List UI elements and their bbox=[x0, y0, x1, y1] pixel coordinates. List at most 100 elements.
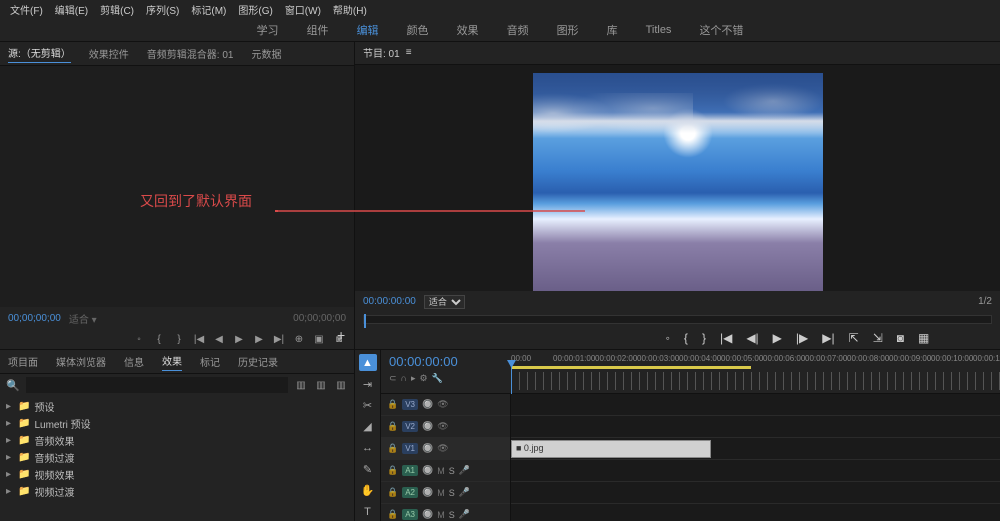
program-timecode[interactable]: 00:00:00:00 bbox=[363, 296, 416, 307]
menu-clip[interactable]: 剪辑(C) bbox=[94, 2, 140, 17]
menu-sequence[interactable]: 序列(S) bbox=[140, 2, 185, 17]
out-point-icon[interactable]: } bbox=[172, 332, 186, 346]
mark-in-icon[interactable]: { bbox=[684, 331, 688, 345]
timeline-tracks[interactable]: ■ 0.jpg bbox=[511, 394, 1000, 521]
slip-tool-icon[interactable]: ↔ bbox=[359, 440, 377, 457]
tab-history[interactable]: 历史记录 bbox=[238, 354, 278, 369]
folder-presets[interactable]: ▸📁预设 bbox=[0, 398, 354, 415]
step-fwd-icon[interactable]: ▶| bbox=[272, 332, 286, 346]
workspace-graphics[interactable]: 图形 bbox=[543, 18, 593, 42]
go-in-icon[interactable]: |◀ bbox=[720, 331, 732, 345]
program-monitor[interactable] bbox=[355, 65, 1000, 291]
workspace-lib[interactable]: 库 bbox=[593, 18, 632, 42]
workspace-assembly[interactable]: 组件 bbox=[293, 18, 343, 42]
workspace-effects[interactable]: 效果 bbox=[443, 18, 493, 42]
track-header-a3[interactable]: 🔒A3🔘MS🎤 bbox=[381, 504, 510, 521]
mark-out-icon[interactable]: } bbox=[702, 331, 706, 345]
tab-media-browser[interactable]: 媒体浏览器 bbox=[56, 354, 106, 369]
next-frame-icon[interactable]: ▶ bbox=[252, 332, 266, 346]
menu-window[interactable]: 窗口(W) bbox=[279, 2, 327, 17]
tab-metadata[interactable]: 元数据 bbox=[251, 46, 281, 61]
annotation-arrow bbox=[275, 210, 585, 212]
menu-help[interactable]: 帮助(H) bbox=[327, 2, 373, 17]
effects-tree[interactable]: ▸📁预设 ▸📁Lumetri 预设 ▸📁音频效果 ▸📁音频过渡 ▸📁视频效果 ▸… bbox=[0, 396, 354, 521]
tab-effects[interactable]: 效果 bbox=[162, 353, 182, 371]
play-toggle-icon[interactable]: ▶ bbox=[773, 331, 782, 345]
tab-source[interactable]: 源:（无剪辑） bbox=[8, 45, 71, 63]
folder-audio-fx[interactable]: ▸📁音频效果 bbox=[0, 432, 354, 449]
video-clip[interactable]: ■ 0.jpg bbox=[511, 440, 711, 458]
overwrite-icon[interactable]: ▣ bbox=[312, 332, 326, 346]
type-tool-icon[interactable]: T bbox=[359, 504, 377, 521]
tab-audio-mixer[interactable]: 音频剪辑混合器: 01 bbox=[147, 46, 234, 61]
extract-icon[interactable]: ⇲ bbox=[873, 331, 883, 345]
track-select-tool-icon[interactable]: ⇥ bbox=[359, 375, 377, 392]
folder-lumetri[interactable]: ▸📁Lumetri 预设 bbox=[0, 415, 354, 432]
panel-menu-icon[interactable]: ≡ bbox=[406, 47, 412, 58]
track-header-a2[interactable]: 🔒A2🔘MS🎤 bbox=[381, 482, 510, 504]
folder-video-fx[interactable]: ▸📁视频效果 bbox=[0, 466, 354, 483]
workspace-editing[interactable]: 编辑 bbox=[343, 18, 393, 42]
marker-icon[interactable]: ◦ bbox=[132, 332, 146, 346]
track-header-v2[interactable]: 🔒V2🔘👁 bbox=[381, 416, 510, 438]
add-panel-icon[interactable]: + bbox=[337, 327, 345, 343]
prev-frame-icon[interactable]: ◀ bbox=[212, 332, 226, 346]
timeline-timecode[interactable]: 00:00:00:00 bbox=[389, 354, 503, 369]
track-header-a1[interactable]: 🔒A1🔘MS🎤 bbox=[381, 460, 510, 482]
pen-tool-icon[interactable]: ✎ bbox=[359, 461, 377, 478]
lift-icon[interactable]: ⇱ bbox=[849, 331, 859, 345]
wrench-icon[interactable]: 🔧 bbox=[432, 373, 443, 384]
preset-bin2-icon[interactable]: ▥ bbox=[314, 378, 328, 392]
comparison-icon[interactable]: ▦ bbox=[918, 331, 929, 345]
menu-edit[interactable]: 编辑(E) bbox=[49, 2, 94, 17]
settings-icon[interactable]: ⚙ bbox=[420, 373, 428, 384]
folder-audio-trans[interactable]: ▸📁音频过渡 bbox=[0, 449, 354, 466]
resolution-label[interactable]: 1/2 bbox=[978, 296, 992, 307]
selection-tool-icon[interactable]: ▲ bbox=[359, 354, 377, 371]
workspace-titles[interactable]: Titles bbox=[632, 20, 686, 40]
menu-file[interactable]: 文件(F) bbox=[4, 2, 49, 17]
program-scrubber[interactable] bbox=[363, 315, 992, 325]
source-monitor[interactable]: 又回到了默认界面 bbox=[0, 66, 354, 307]
source-in-timecode[interactable]: 00;00;00;00 bbox=[8, 313, 61, 324]
timeline-panel: ▲ ⇥ ✂ ◢ ↔ ✎ ✋ T 00:00:00:00 ⊂ ∩ ▸ ⚙ 🔧 bbox=[355, 350, 1000, 521]
razor-tool-icon[interactable]: ◢ bbox=[359, 418, 377, 435]
preset-bin-icon[interactable]: ▥ bbox=[294, 378, 308, 392]
link-icon[interactable]: ∩ bbox=[401, 373, 407, 384]
export-frame-icon[interactable]: ◙ bbox=[897, 331, 904, 345]
workspace-custom[interactable]: 这个不错 bbox=[685, 18, 757, 42]
workspace-tabs: 学习 组件 编辑 颜色 效果 音频 图形 库 Titles 这个不错 bbox=[0, 18, 1000, 42]
search-input[interactable] bbox=[26, 377, 288, 393]
source-fit[interactable]: 适合 ▾ bbox=[69, 311, 97, 326]
marker-add-icon[interactable]: ▸ bbox=[411, 373, 416, 384]
tab-marker[interactable]: 标记 bbox=[200, 354, 220, 369]
tab-info[interactable]: 信息 bbox=[124, 354, 144, 369]
in-point-icon[interactable]: { bbox=[152, 332, 166, 346]
tool-palette: ▲ ⇥ ✂ ◢ ↔ ✎ ✋ T bbox=[355, 350, 381, 521]
track-header-v1[interactable]: 🔒V1🔘👁 bbox=[381, 438, 510, 460]
preset-bin3-icon[interactable]: ▥ bbox=[334, 378, 348, 392]
tab-effect-controls[interactable]: 效果控件 bbox=[89, 46, 129, 61]
track-header-v3[interactable]: 🔒V3🔘👁 bbox=[381, 394, 510, 416]
add-marker-icon[interactable]: ◦ bbox=[666, 331, 670, 345]
workspace-learn[interactable]: 学习 bbox=[243, 18, 293, 42]
folder-video-trans[interactable]: ▸📁视频过渡 bbox=[0, 483, 354, 500]
menu-marker[interactable]: 标记(M) bbox=[185, 2, 232, 17]
snap-icon[interactable]: ⊂ bbox=[389, 373, 397, 384]
step-back-icon[interactable]: ◀| bbox=[746, 331, 758, 345]
play-icon[interactable]: ▶ bbox=[232, 332, 246, 346]
tab-project[interactable]: 项目面 bbox=[8, 354, 38, 369]
step-back-icon[interactable]: |◀ bbox=[192, 332, 206, 346]
time-ruler[interactable]: 00:00 00:00:01:00 00:00:02:00 00:00:03:0… bbox=[511, 350, 1000, 393]
ripple-tool-icon[interactable]: ✂ bbox=[359, 397, 377, 414]
source-out-timecode[interactable]: 00;00;00;00 bbox=[293, 313, 346, 324]
zoom-select[interactable]: 适合 bbox=[424, 295, 465, 309]
insert-icon[interactable]: ⊕ bbox=[292, 332, 306, 346]
hand-tool-icon[interactable]: ✋ bbox=[359, 482, 377, 499]
workspace-color[interactable]: 颜色 bbox=[393, 18, 443, 42]
step-fwd-icon[interactable]: |▶ bbox=[796, 331, 808, 345]
work-area-bar[interactable] bbox=[511, 366, 751, 369]
go-out-icon[interactable]: ▶| bbox=[822, 331, 834, 345]
workspace-audio[interactable]: 音频 bbox=[493, 18, 543, 42]
menu-graphic[interactable]: 图形(G) bbox=[232, 2, 278, 17]
